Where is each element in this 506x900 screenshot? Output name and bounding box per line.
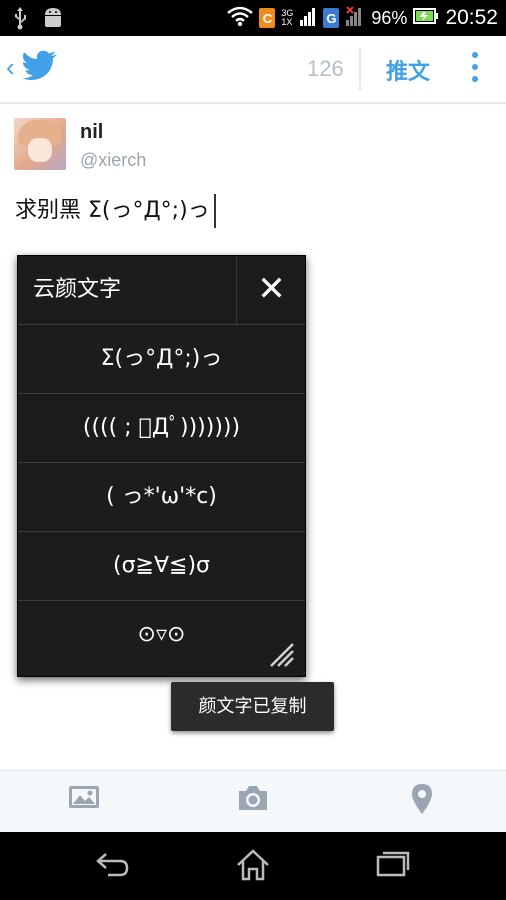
- close-icon[interactable]: ✕: [236, 256, 306, 324]
- kaomoji-popup: 云颜文字 ✕ Σ(っ°Д°;)っ (((( ; ﾟДﾟ))))))) ( っ*'…: [17, 255, 306, 677]
- network-sub-type: 1X: [281, 17, 293, 27]
- wifi-icon: [227, 5, 254, 31]
- resize-handle-icon[interactable]: [269, 642, 295, 668]
- battery-icon: [413, 7, 439, 29]
- kaomoji-list: Σ(っ°Д°;)っ (((( ; ﾟДﾟ))))))) ( っ*'ω'*c) (…: [18, 324, 305, 669]
- text-caret: [213, 194, 216, 228]
- tweet-text-input[interactable]: 求别黑 Σ(っ°Д°;)っ: [15, 192, 216, 228]
- compose-toolbar: [0, 770, 506, 833]
- android-icon: [42, 6, 64, 34]
- overflow-menu-icon[interactable]: [471, 52, 479, 88]
- tweet-text: 求别黑 Σ(っ°Д°;)っ: [15, 198, 210, 223]
- system-navigation-bar: [0, 832, 506, 900]
- signal-bars-icon: [299, 6, 317, 30]
- twitter-bird-icon[interactable]: [22, 50, 58, 84]
- network-type-label: 3G 1X: [281, 9, 293, 27]
- home-icon[interactable]: [235, 848, 271, 886]
- location-icon[interactable]: [410, 783, 434, 819]
- carrier-badge-g: G: [323, 8, 340, 28]
- avatar: [14, 118, 66, 170]
- header-divider: [359, 48, 361, 90]
- user-handle: @xierch: [80, 150, 147, 170]
- back-icon[interactable]: [94, 848, 130, 882]
- battery-percent: 96%: [371, 7, 408, 28]
- toast-message: 颜文字已复制: [171, 682, 334, 731]
- kaomoji-item[interactable]: (((( ; ﾟДﾟ))))))): [18, 393, 305, 462]
- popup-title: 云颜文字: [33, 277, 122, 302]
- camera-icon[interactable]: [236, 783, 270, 817]
- compose-header: ‹ 126 推文: [0, 36, 506, 104]
- status-bar: C 3G 1X G 96% 20:52: [0, 0, 506, 36]
- kaomoji-item[interactable]: ⊙▿⊙: [18, 600, 305, 669]
- kaomoji-item[interactable]: Σ(っ°Д°;)っ: [18, 324, 305, 393]
- recent-apps-icon[interactable]: [376, 848, 410, 882]
- image-icon[interactable]: [68, 783, 100, 815]
- no-signal-icon: [345, 6, 365, 30]
- usb-icon: [12, 6, 28, 34]
- kaomoji-item[interactable]: ( っ*'ω'*c): [18, 462, 305, 531]
- clock: 20:52: [445, 6, 498, 29]
- tweet-button[interactable]: 推文: [386, 54, 430, 86]
- carrier-badge-c: C: [259, 8, 276, 28]
- user-name: nil: [80, 121, 104, 143]
- character-counter: 126: [307, 56, 344, 81]
- kaomoji-item[interactable]: (σ≧∀≦)σ: [18, 531, 305, 600]
- back-chevron[interactable]: ‹: [6, 52, 15, 83]
